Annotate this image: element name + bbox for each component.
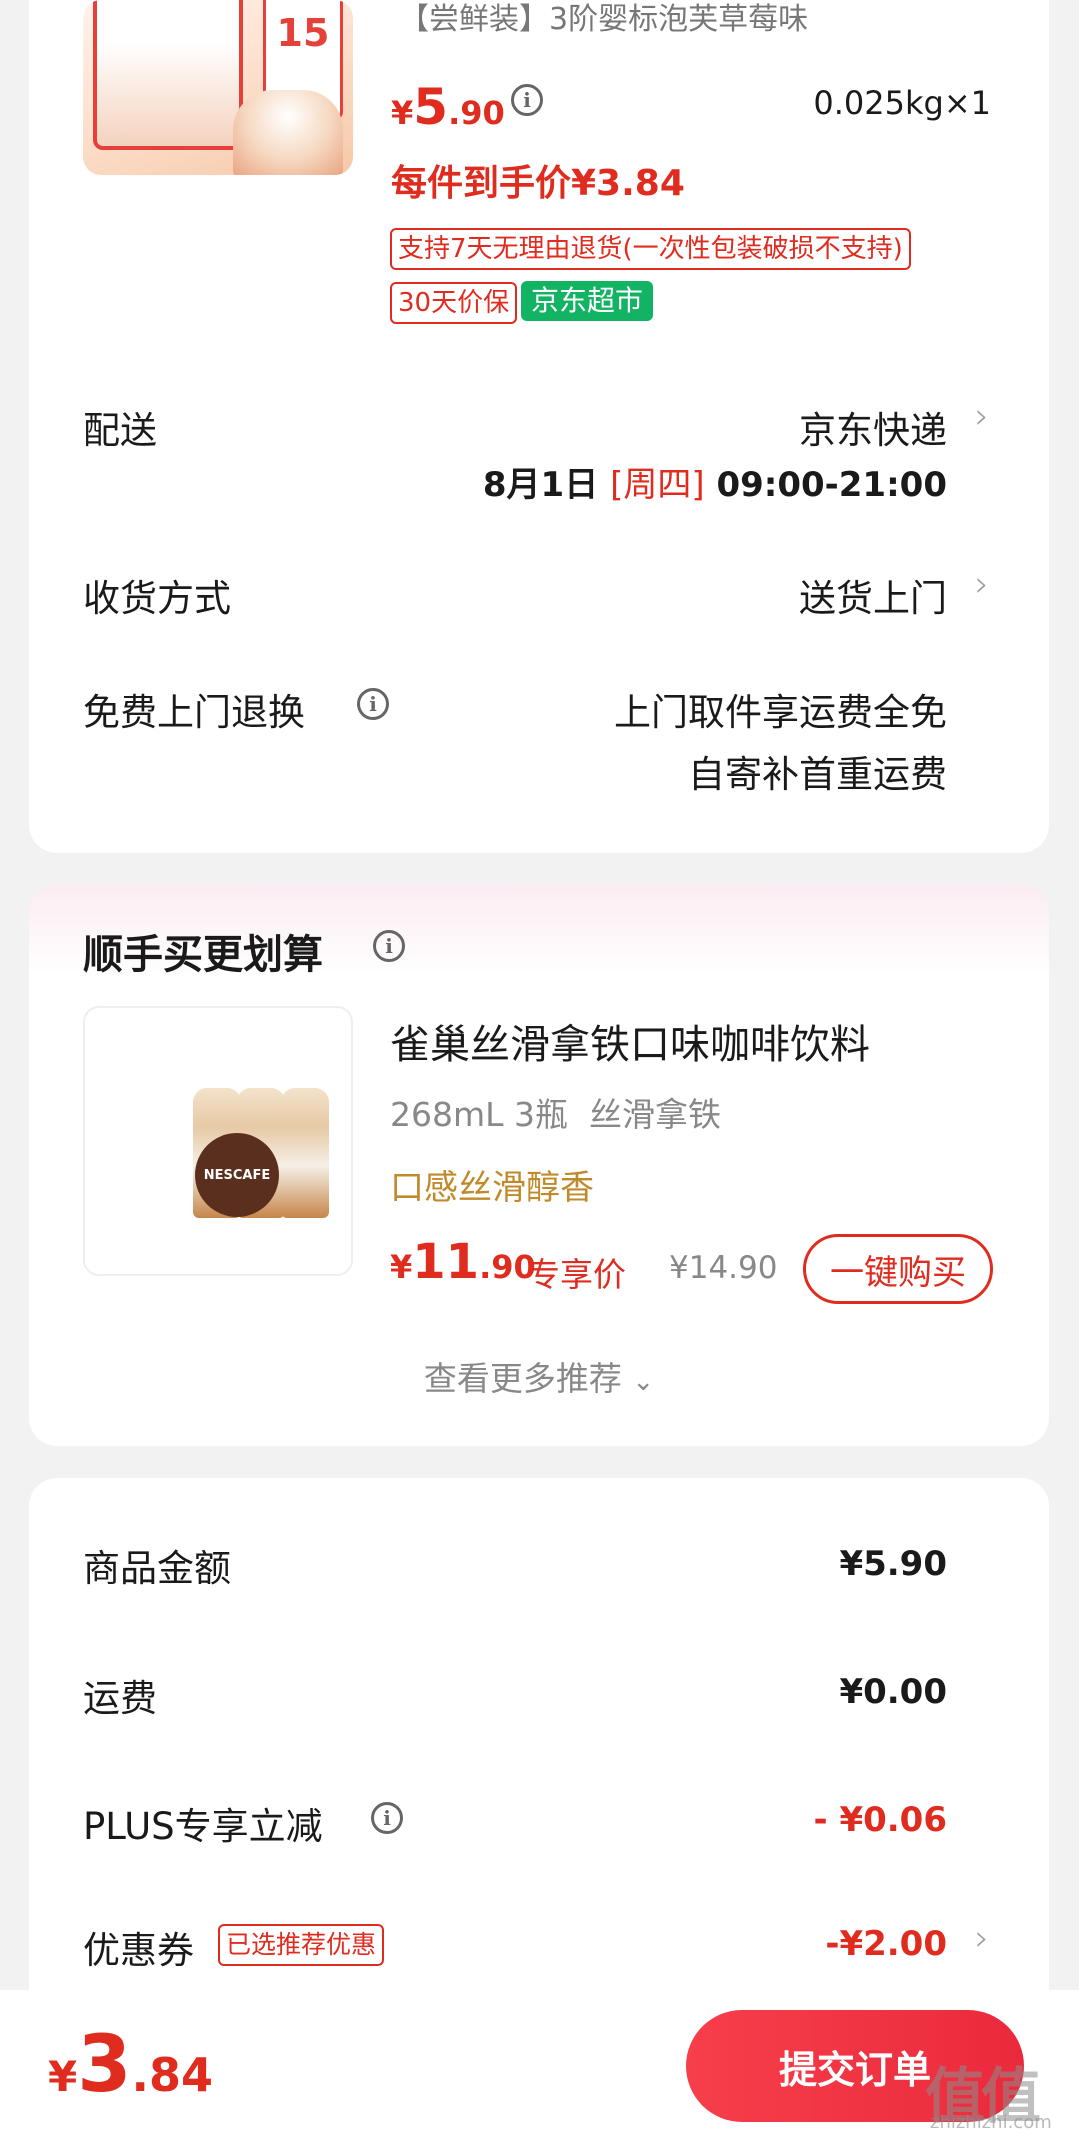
free-return-line2: 自寄补首重运费 [688, 753, 947, 796]
return-policy-tag: 支持7天无理由退货(一次性包装破损不支持) [390, 228, 911, 270]
free-return-info-icon[interactable]: i [357, 688, 389, 720]
price-decimal: .90 [448, 94, 505, 132]
rec-price-integer: 11 [412, 1234, 480, 1290]
delivery-hours: 09:00-21:00 [716, 465, 947, 505]
total-price: ¥3.84 [48, 2020, 213, 2110]
product-package-graphic [93, 0, 243, 150]
product-dessert-graphic [233, 90, 343, 175]
free-return-line1: 上门取件享运费全免 [614, 691, 947, 734]
coupon-recommended-tag: 已选推荐优惠 [218, 1924, 385, 1966]
recommend-item-title[interactable]: 雀巢丝滑拿铁口味咖啡饮料 [390, 1012, 870, 1070]
rec-price-symbol: ¥ [390, 1248, 413, 1286]
recommend-item-slogan: 口感丝滑醇香 [390, 1168, 594, 1208]
recommend-section-title: 顺手买更划算 [83, 932, 323, 978]
price-symbol: ¥ [391, 94, 414, 132]
submit-order-label: 提交订单 [778, 2047, 931, 2092]
view-more-label: 查看更多推荐 [423, 1359, 622, 1398]
delivery-chevron-icon[interactable]: › [975, 396, 989, 437]
recommend-original-price: ¥14.90 [669, 1250, 778, 1286]
product-price: ¥5.90 [391, 78, 505, 136]
product-final-price: 每件到手价¥3.84 [391, 163, 685, 204]
product-title[interactable]: 【尝鲜装】3阶婴标泡芙草莓味 [399, 0, 808, 40]
bottle-graphic-3 [281, 1088, 329, 1218]
recommend-item-spec: 268mL 3瓶 丝滑拿铁 [390, 1095, 721, 1134]
recommend-price: ¥11.90 [390, 1234, 536, 1290]
delivery-method[interactable]: 京东快递 [799, 400, 947, 454]
one-click-buy-button[interactable]: 一键购买 [803, 1234, 993, 1304]
goods-amount-value: ¥5.90 [839, 1544, 947, 1584]
plus-info-icon[interactable]: i [371, 1802, 403, 1834]
view-more-link[interactable]: 查看更多推荐 ⌄ [29, 1352, 1049, 1400]
recommend-card: 顺手买更划算 i NESCAFE 雀巢丝滑拿铁口味咖啡饮料 268mL 3瓶 丝… [29, 884, 1049, 1446]
product-quantity: 0.025kg×1 [813, 84, 991, 122]
recommend-price-label: 专享价 [527, 1255, 626, 1294]
checkout-bar: ¥3.84 提交订单 值值值 zhizhizhi.com [0, 1990, 1079, 2140]
receive-method-value[interactable]: 送货上门 [799, 568, 947, 622]
order-product-card: 15 【尝鲜装】3阶婴标泡芙草莓味 ¥5.90 i 0.025kg×1 每件到手… [29, 0, 1049, 853]
coupon-value[interactable]: -¥2.00 [825, 1924, 947, 1964]
product-image[interactable]: 15 [83, 0, 353, 175]
shipping-value: ¥0.00 [839, 1672, 947, 1712]
price-info-icon[interactable]: i [511, 84, 543, 116]
total-integer: 3 [77, 2020, 132, 2110]
total-symbol: ¥ [48, 2052, 78, 2101]
price-protect-tag: 30天价保 [390, 282, 518, 324]
plus-discount-label: PLUS专享立减 [83, 1805, 323, 1848]
receive-method-label: 收货方式 [83, 577, 231, 620]
delivery-label: 配送 [83, 409, 157, 452]
receive-chevron-icon[interactable]: › [975, 564, 989, 605]
delivery-weekday: [周四] [610, 465, 705, 505]
watermark-site: zhizhizhi.com [930, 2112, 1052, 2133]
coupon-chevron-icon[interactable]: › [975, 1918, 989, 1959]
chevron-down-icon: ⌄ [632, 1367, 655, 1397]
recommend-product-image[interactable]: NESCAFE [83, 1006, 353, 1276]
shipping-label: 运费 [83, 1677, 157, 1720]
plus-discount-value: - ¥0.06 [813, 1800, 948, 1840]
store-tag: 京东超市 [521, 281, 654, 321]
total-decimal: .84 [131, 2048, 214, 2102]
free-return-label: 免费上门退换 [83, 691, 305, 734]
delivery-time[interactable]: 8月1日 [周四] 09:00-21:00 [483, 457, 947, 506]
nescafe-logo: NESCAFE [195, 1133, 279, 1217]
coupon-label: 优惠券 [83, 1929, 194, 1972]
delivery-date: 8月1日 [482, 465, 599, 505]
price-integer: 5 [413, 78, 449, 136]
goods-amount-label: 商品金额 [83, 1547, 231, 1590]
recommend-info-icon[interactable]: i [373, 930, 405, 962]
